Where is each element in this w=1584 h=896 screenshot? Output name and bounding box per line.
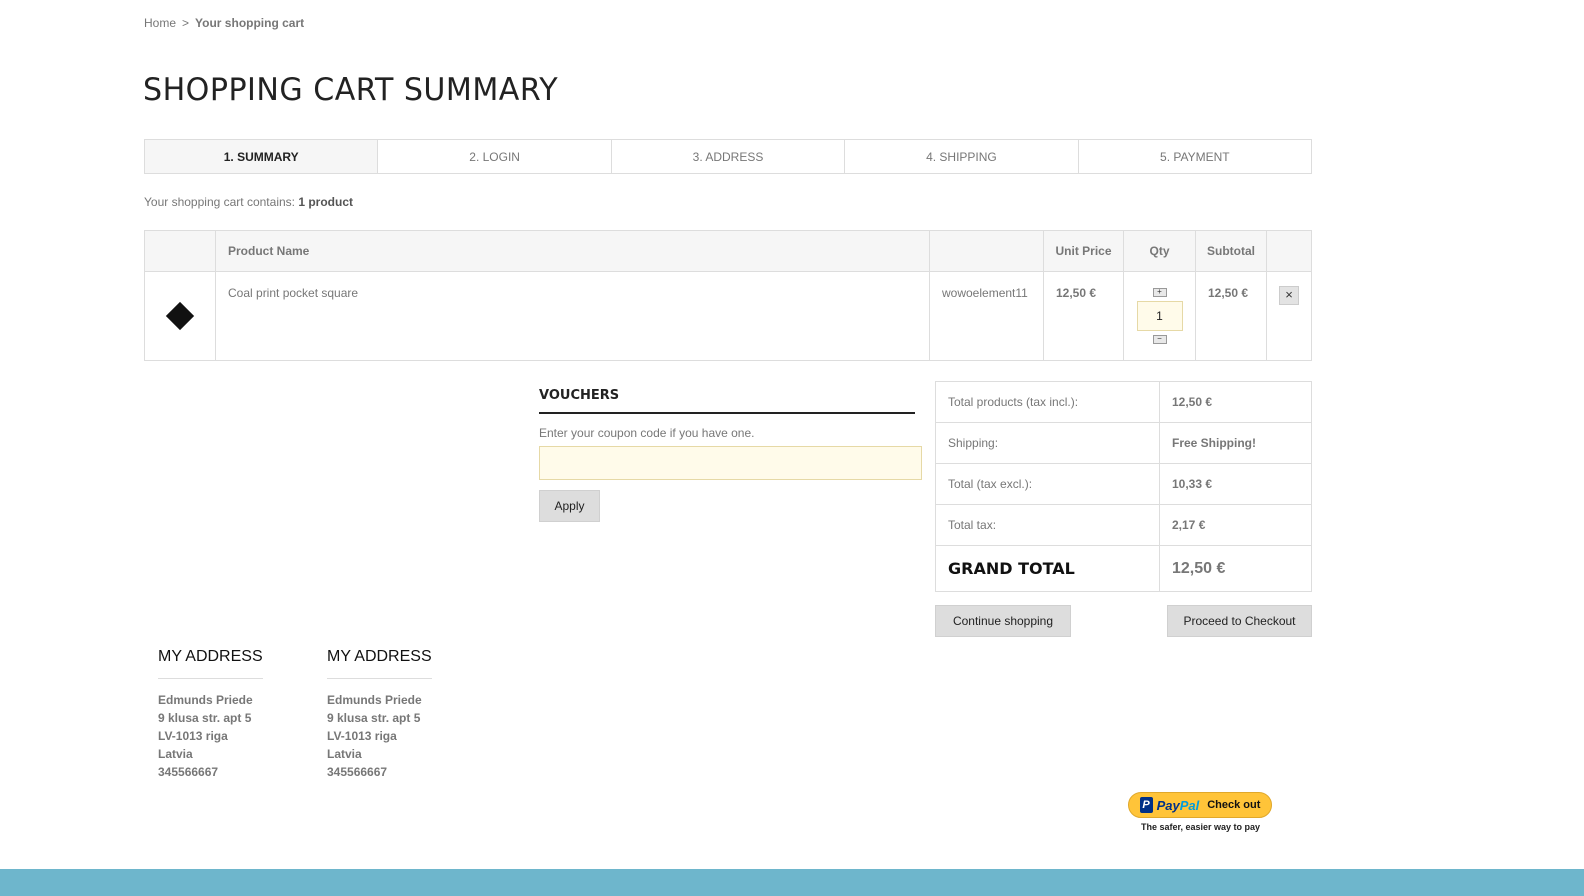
address-city: LV-1013 riga [327, 729, 397, 743]
paypal-checkout: P PayPal Check out The safer, easier way… [1128, 792, 1273, 832]
address-city: LV-1013 riga [158, 729, 228, 743]
header-product-name: Product Name [215, 230, 930, 272]
continue-shopping-button[interactable]: Continue shopping [935, 605, 1071, 637]
breadcrumb-separator: > [182, 16, 190, 30]
paypal-checkout-button[interactable]: P PayPal Check out [1128, 792, 1272, 818]
vouchers-title: VOUCHERS [539, 388, 915, 414]
delete-item-icon[interactable]: × [1279, 286, 1299, 305]
total-excl-row: Total (tax excl.): 10,33 € [935, 463, 1312, 505]
grand-total-row: GRAND TOTAL 12,50 € [935, 545, 1312, 592]
product-reference: wowoelement11 [929, 271, 1044, 361]
address-street: 9 klusa str. apt 5 [327, 711, 421, 725]
address-phone: 345566667 [327, 765, 388, 779]
paypal-tagline: The safer, easier way to pay [1140, 822, 1261, 832]
cart-count-value: 1 product [298, 195, 354, 209]
grand-total-label: GRAND TOTAL [935, 545, 1160, 592]
address-name: Edmunds Priede [158, 693, 253, 707]
total-tax-value: 2,17 € [1159, 504, 1312, 546]
cart-count-text: Your shopping cart contains: 1 product [144, 195, 353, 209]
qty-cell: + − [1123, 271, 1196, 361]
unit-price: 12,50 € [1043, 271, 1124, 361]
paypal-word-pay: Pay [1156, 797, 1180, 813]
address-phone: 345566667 [158, 765, 219, 779]
total-excl-value: 10,33 € [1159, 463, 1312, 505]
header-qty: Qty [1123, 230, 1196, 272]
breadcrumb: Home > Your shopping cart [144, 16, 304, 30]
invoice-address: MY ADDRESS Edmunds Priede 9 klusa str. a… [327, 648, 432, 781]
breadcrumb-home-link[interactable]: Home [144, 16, 176, 30]
qty-input[interactable] [1136, 301, 1183, 331]
subtotal: 12,50 € [1195, 271, 1267, 361]
delivery-address: MY ADDRESS Edmunds Priede 9 klusa str. a… [158, 648, 263, 781]
paypal-word-pal: Pal [1179, 797, 1200, 813]
footer-bar [0, 869, 1584, 896]
step-payment[interactable]: 5. PAYMENT [1079, 140, 1311, 173]
cart-table: Product Name Unit Price Qty Subtotal Coa… [144, 230, 1312, 361]
address-name: Edmunds Priede [327, 693, 422, 707]
shipping-label: Shipping: [935, 422, 1160, 464]
totals-table: Total products (tax incl.): 12,50 € Ship… [935, 381, 1312, 592]
total-products-value: 12,50 € [1159, 381, 1312, 423]
address-lines: Edmunds Priede 9 klusa str. apt 5 LV-101… [327, 691, 432, 781]
cart-table-header: Product Name Unit Price Qty Subtotal [144, 230, 1312, 272]
address-country: Latvia [158, 747, 193, 761]
paypal-logo-icon: P [1139, 797, 1153, 813]
product-name[interactable]: Coal print pocket square [215, 271, 930, 361]
shipping-value: Free Shipping! [1159, 422, 1312, 464]
step-summary[interactable]: 1. SUMMARY [145, 140, 379, 173]
paypal-check-out-label: Check out [1207, 799, 1261, 811]
table-row: Coal print pocket square wowoelement11 1… [144, 271, 1312, 361]
address-lines: Edmunds Priede 9 klusa str. apt 5 LV-101… [158, 691, 263, 781]
paypal-wordmark: PayPal [1157, 798, 1200, 813]
product-image-cell[interactable] [144, 271, 216, 361]
header-subtotal: Subtotal [1195, 230, 1267, 272]
page-title: SHOPPING CART SUMMARY [143, 72, 559, 108]
total-tax-row: Total tax: 2,17 € [935, 504, 1312, 546]
address-title: MY ADDRESS [158, 648, 263, 679]
header-delete [1266, 230, 1312, 272]
header-reference [929, 230, 1044, 272]
step-address[interactable]: 3. ADDRESS [612, 140, 846, 173]
total-products-label: Total products (tax incl.): [935, 381, 1160, 423]
checkout-steps: 1. SUMMARY 2. LOGIN 3. ADDRESS 4. SHIPPI… [144, 139, 1312, 174]
proceed-to-checkout-button[interactable]: Proceed to Checkout [1167, 605, 1312, 637]
total-excl-label: Total (tax excl.): [935, 463, 1160, 505]
qty-decrease-button[interactable]: − [1152, 335, 1167, 344]
shipping-row: Shipping: Free Shipping! [935, 422, 1312, 464]
step-shipping[interactable]: 4. SHIPPING [845, 140, 1079, 173]
header-unit-price: Unit Price [1043, 230, 1124, 272]
voucher-hint: Enter your coupon code if you have one. [539, 426, 755, 440]
address-country: Latvia [327, 747, 362, 761]
qty-increase-button[interactable]: + [1152, 288, 1167, 297]
address-title: MY ADDRESS [327, 648, 432, 679]
voucher-code-input[interactable] [539, 446, 922, 480]
breadcrumb-current: Your shopping cart [195, 16, 305, 30]
delete-cell: × [1266, 271, 1312, 361]
vouchers-block: VOUCHERS Enter your coupon code if you h… [539, 388, 922, 522]
product-thumbnail-icon[interactable] [165, 301, 195, 331]
total-products-row: Total products (tax incl.): 12,50 € [935, 381, 1312, 423]
apply-voucher-button[interactable]: Apply [539, 490, 600, 522]
total-tax-label: Total tax: [935, 504, 1160, 546]
address-street: 9 klusa str. apt 5 [158, 711, 252, 725]
cart-count-prefix: Your shopping cart contains: [144, 195, 295, 209]
header-image [144, 230, 216, 272]
step-login[interactable]: 2. LOGIN [378, 140, 612, 173]
grand-total-value: 12,50 € [1159, 545, 1312, 592]
